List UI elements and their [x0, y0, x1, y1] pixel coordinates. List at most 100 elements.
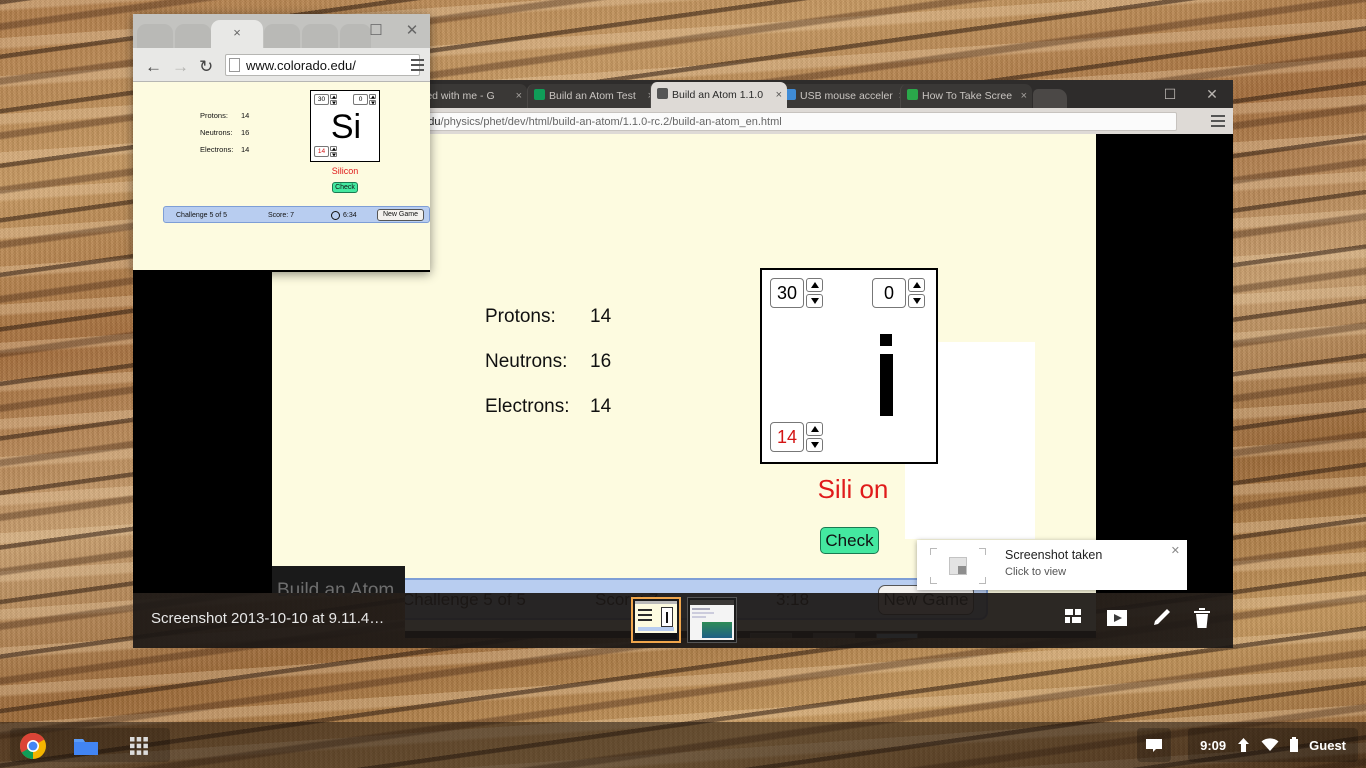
- new-tab-button[interactable]: [1033, 89, 1067, 108]
- small-tab-close-icon[interactable]: ×: [233, 25, 241, 40]
- small-charge-arrows[interactable]: [369, 94, 376, 105]
- small-mass-down-icon[interactable]: [330, 100, 337, 105]
- mass-number-up-icon[interactable]: [806, 278, 823, 292]
- small-readout-neutrons-label: Neutrons:: [200, 128, 233, 137]
- small-mass-number-spinner[interactable]: 30: [314, 94, 337, 105]
- small-new-game-button[interactable]: New Game: [377, 209, 424, 221]
- edit-pencil-icon[interactable]: [1149, 606, 1173, 630]
- glyph-dot: [880, 334, 892, 346]
- notification-close-icon[interactable]: ✕: [1171, 544, 1180, 557]
- proton-number-spinner[interactable]: 14: [770, 422, 823, 452]
- small-mass-up-icon[interactable]: [330, 94, 337, 99]
- proton-number-up-icon[interactable]: [806, 422, 823, 436]
- small-ghost-tab-2[interactable]: [264, 24, 300, 48]
- readout-protons-label: Protons:: [485, 306, 556, 327]
- delete-trash-icon[interactable]: [1190, 606, 1214, 630]
- mass-number-spinner[interactable]: 30: [770, 278, 823, 308]
- close-button[interactable]: ✕: [1191, 80, 1233, 108]
- small-charge-spinner[interactable]: 0: [353, 94, 376, 105]
- small-mass-number-value[interactable]: 30: [314, 94, 329, 105]
- mass-number-arrows[interactable]: [806, 278, 823, 308]
- small-ghost-tab-3[interactable]: [302, 24, 338, 48]
- back-icon[interactable]: ←: [145, 57, 162, 77]
- play-icon[interactable]: [1105, 606, 1129, 630]
- small-charge-value[interactable]: 0: [353, 94, 368, 105]
- small-proton-value[interactable]: 14: [314, 146, 329, 157]
- message-icon[interactable]: [1137, 728, 1171, 762]
- small-active-tab[interactable]: ×: [211, 20, 263, 48]
- small-window-controls[interactable]: ☐ ✕: [358, 14, 430, 48]
- small-proton-up-icon[interactable]: [330, 146, 337, 151]
- network-up-icon[interactable]: [1236, 737, 1251, 753]
- chrome-launcher-icon[interactable]: [19, 732, 47, 760]
- tab-label-2: Build an Atom 1.1.0: [672, 89, 764, 101]
- small-element-name: Silicon: [331, 166, 359, 176]
- grid-view-icon[interactable]: [1063, 606, 1087, 630]
- small-hamburger-menu-icon[interactable]: [411, 58, 424, 71]
- charge-arrows[interactable]: [908, 278, 925, 308]
- small-proton-spinner[interactable]: 14: [314, 146, 337, 157]
- apps-launcher-icon[interactable]: [125, 732, 153, 760]
- tab-favicon-2: [657, 88, 668, 99]
- browser-toolbar[interactable]: o.edu/physics/phet/dev/html/build-an-ato…: [405, 108, 1233, 134]
- tab-close-4[interactable]: ×: [1021, 84, 1027, 108]
- check-button[interactable]: Check: [820, 527, 879, 554]
- small-charge-down-icon[interactable]: [369, 100, 376, 105]
- charge-value[interactable]: 0: [872, 278, 906, 308]
- small-charge-up-icon[interactable]: [369, 94, 376, 99]
- reload-icon[interactable]: ↻: [199, 57, 213, 77]
- address-bar[interactable]: o.edu/physics/phet/dev/html/build-an-ato…: [407, 112, 1177, 131]
- small-proton-arrows[interactable]: [330, 146, 337, 157]
- tab-close-0[interactable]: ×: [516, 84, 522, 108]
- screenshot-tray[interactable]: Screenshot 2013-10-10 at 9.11.4…: [133, 593, 1233, 648]
- tray-thumbnail-1[interactable]: [631, 597, 681, 643]
- readout-electrons-value: 14: [590, 396, 612, 417]
- hamburger-menu-icon[interactable]: [1211, 114, 1225, 128]
- wifi-icon[interactable]: [1261, 737, 1279, 753]
- tab-close-2[interactable]: ×: [776, 82, 782, 108]
- small-window-tab-strip[interactable]: × ☐ ✕: [133, 14, 430, 48]
- small-readout-protons-label: Protons:: [200, 111, 228, 120]
- shelf-clock[interactable]: 9:09: [1200, 738, 1226, 753]
- small-ghost-tab-0[interactable]: [137, 24, 173, 48]
- tray-thumbnail-2-image: [690, 600, 734, 640]
- notification-subtitle[interactable]: Click to view: [1005, 566, 1066, 578]
- battery-icon[interactable]: [1289, 737, 1299, 753]
- readout-neutrons: Neutrons: 16: [485, 351, 611, 396]
- forward-icon[interactable]: →: [172, 57, 189, 77]
- shelf-user-label[interactable]: Guest: [1309, 738, 1346, 753]
- tray-thumbnail-2[interactable]: [687, 597, 737, 643]
- small-ghost-tab-1[interactable]: [175, 24, 211, 48]
- small-mass-arrows[interactable]: [330, 94, 337, 105]
- browser-tab-4[interactable]: How To Take Scree ×: [900, 84, 1032, 108]
- browser-tab-3[interactable]: USB mouse acceler ×: [778, 84, 910, 108]
- window-controls[interactable]: ☐ ✕: [1149, 80, 1233, 108]
- mass-number-down-icon[interactable]: [806, 294, 823, 308]
- screenshot-thumb-icon: [930, 548, 986, 584]
- shelf-status-area[interactable]: 9:09 Guest: [1188, 728, 1358, 762]
- browser-tab-1[interactable]: Build an Atom Test×: [527, 84, 659, 108]
- small-close-button[interactable]: ✕: [394, 14, 430, 48]
- proton-number-down-icon[interactable]: [806, 438, 823, 452]
- browser-tab-2[interactable]: Build an Atom 1.1.0 ×: [650, 82, 787, 108]
- proton-number-arrows[interactable]: [806, 422, 823, 452]
- small-proton-down-icon[interactable]: [330, 152, 337, 157]
- small-maximize-button[interactable]: ☐: [358, 14, 394, 48]
- small-address-bar[interactable]: www.colorado.edu/: [225, 54, 420, 76]
- small-check-button[interactable]: Check: [332, 182, 358, 193]
- small-window-toolbar[interactable]: ← → ↻ www.colorado.edu/: [133, 48, 430, 82]
- shelf-launcher-group[interactable]: [10, 728, 170, 762]
- charge-spinner[interactable]: 0: [872, 278, 925, 308]
- tab-favicon-1: [534, 89, 545, 100]
- proton-number-value[interactable]: 14: [770, 422, 804, 452]
- browser-tab-strip[interactable]: ared with me - G× Build an Atom Test× Bu…: [395, 80, 1233, 108]
- maximize-button[interactable]: ☐: [1149, 80, 1191, 108]
- screenshot-preview-window[interactable]: × ☐ ✕ ← → ↻ www.colorado.edu/ Protons: 14…: [133, 14, 430, 272]
- charge-down-icon[interactable]: [908, 294, 925, 308]
- files-launcher-icon[interactable]: [72, 732, 100, 760]
- charge-up-icon[interactable]: [908, 278, 925, 292]
- screenshot-notification[interactable]: Screenshot taken Click to view ✕: [917, 540, 1187, 590]
- mass-number-value[interactable]: 30: [770, 278, 804, 308]
- readout-protons-value: 14: [590, 306, 612, 327]
- particle-readouts: Protons: 14 Neutrons: 16 Electrons: 14: [485, 306, 611, 441]
